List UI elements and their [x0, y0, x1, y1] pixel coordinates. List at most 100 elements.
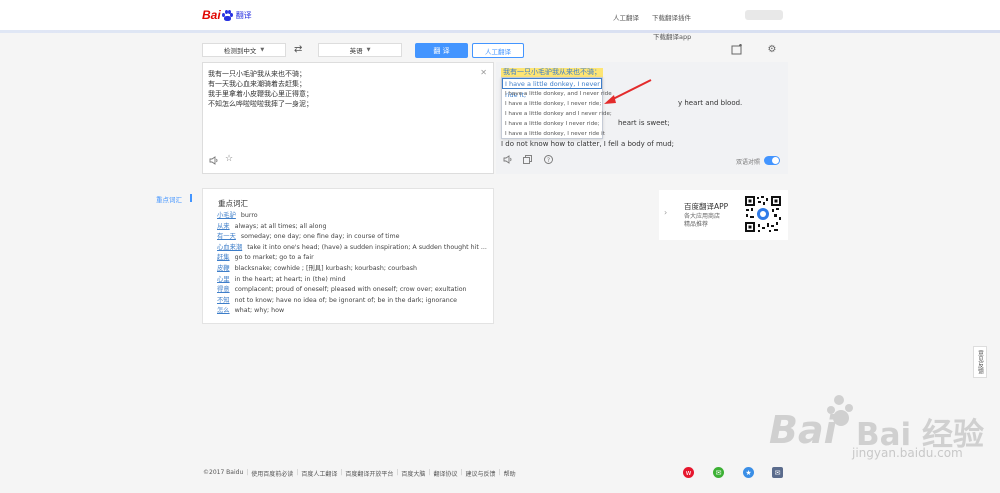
keyword-vocabulary-panel: 重点词汇 小毛驴 burro 从来 always; at all times; al… — [202, 188, 494, 324]
vocab-word-link[interactable]: 得意 — [217, 286, 230, 293]
translation-option[interactable]: I have a little donkey and I never ride; — [502, 109, 612, 119]
result-line-4: I do not know how to clatter, I fell a b… — [501, 140, 675, 148]
vocab-item: 小毛驴 burro — [217, 211, 487, 222]
alternative-translations-dropdown[interactable]: I have a little donkey, I never ride it;… — [501, 77, 612, 139]
footer-link[interactable]: 使用百度前必读 — [251, 469, 293, 478]
help-icon[interactable]: ? — [544, 155, 553, 166]
vocab-item: 不知 not to know; have no idea of; be ignor… — [217, 296, 487, 307]
speaker-icon[interactable] — [209, 156, 219, 167]
vocab-item: 心里 in the heart; at heart; in (the) mind — [217, 275, 487, 286]
footer-link[interactable]: 百度人工翻译 — [301, 469, 337, 478]
translation-option[interactable]: I have a little donkey I never ride; — [502, 119, 602, 129]
vocab-item: 有一天 someday; one day; one fine day; in co… — [217, 232, 487, 243]
translation-option[interactable]: I have a little donkey, and I never ride — [502, 89, 612, 99]
chevron-down-icon: ▼ — [366, 47, 371, 53]
vocab-item: 从来 always; at all times; all along — [217, 222, 487, 233]
vocabulary-list: 小毛驴 burro 从来 always; at all times; all alo… — [217, 211, 487, 317]
speaker-icon[interactable] — [503, 155, 513, 166]
vocab-item: 怎么 what; why; how — [217, 306, 487, 317]
vocab-definition: complacent; proud of oneself; pleased wi… — [234, 286, 467, 294]
vocab-definition: go to market; go to a fair — [234, 254, 314, 262]
vocab-word-link[interactable]: 不知 — [217, 297, 230, 304]
app-name: 百度翻译APP — [684, 202, 729, 211]
copy-icon[interactable] — [523, 155, 532, 166]
vocab-word-link[interactable]: 心里 — [217, 276, 230, 283]
app-promo-card[interactable]: › 百度翻译APP 各大应用商店 精品推荐 — [659, 190, 788, 240]
feedback-side-button[interactable]: 意见反馈 — [973, 346, 987, 378]
watermark-url: jingyan.baidu.com — [852, 446, 963, 460]
vocab-definition: in the heart; at heart; in (the) mind — [234, 275, 346, 283]
user-avatar[interactable] — [745, 10, 783, 20]
email-icon[interactable]: ✉ — [772, 467, 783, 478]
copyright: ©2017 Baidu — [203, 469, 244, 476]
favorite-star-icon[interactable]: ☆ — [225, 154, 233, 164]
weibo-icon[interactable]: w — [683, 467, 694, 478]
top-header: Bai 翻译 人工翻译 下载翻译插件 — [0, 0, 1000, 30]
human-translate-link[interactable]: 人工翻译 — [613, 12, 639, 22]
qr-code-icon — [744, 195, 782, 233]
translation-option[interactable]: I have a little donkey, I never ride it — [502, 129, 605, 139]
header-divider — [0, 30, 1000, 33]
vocab-definition: burro — [240, 212, 258, 219]
svg-text:Bai: Bai — [769, 408, 838, 448]
vocab-item: 皮鞭 blacksnake; cowhide ; [刑具] kurbash; ko… — [217, 264, 487, 275]
vocab-definition: someday; one day; one fine day; in cours… — [240, 233, 400, 241]
source-language-select[interactable]: 检测到中文 ▼ — [202, 43, 286, 57]
clear-icon[interactable]: ✕ — [480, 68, 487, 77]
target-language-label: 英语 — [349, 47, 363, 55]
vocab-word-link[interactable]: 有一天 — [217, 233, 236, 240]
vocab-word-link[interactable]: 赶集 — [217, 254, 230, 261]
human-translate-button[interactable]: 人工翻译 — [472, 43, 524, 58]
bilingual-toggle-label: 双语对照 — [736, 159, 761, 166]
logo-suffix: 翻译 — [235, 10, 252, 20]
footer-link[interactable]: 百度翻译开放平台 — [345, 469, 393, 478]
translate-button[interactable]: 翻 译 — [415, 43, 468, 58]
source-text-panel[interactable]: 我有一只小毛驴我从来也不骑； 有一天我心血来潮骑着去赶集； 我手里拿着小皮鞭我心… — [202, 62, 494, 174]
vocab-definition: blacksnake; cowhide ; [刑具] kurbash; kour… — [234, 264, 417, 272]
qzone-icon[interactable]: ★ — [743, 467, 754, 478]
keyword-tab-indicator — [190, 194, 192, 202]
vocab-word-link[interactable]: 怎么 — [217, 307, 230, 314]
baidu-jingyan-watermark-icon: Bai — [769, 395, 853, 448]
vocab-word-link[interactable]: 小毛驴 — [217, 212, 236, 219]
vocab-definition: always; at all times; all along — [234, 222, 327, 230]
chevron-down-icon: ▼ — [260, 47, 265, 53]
vocab-item: 赶集 go to market; go to a fair — [217, 253, 487, 264]
source-textarea[interactable]: 我有一只小毛驴我从来也不骑； 有一天我心血来潮骑着去赶集； 我手里拿着小皮鞭我心… — [208, 69, 313, 109]
footer-link[interactable]: 帮助 — [504, 469, 516, 478]
vocab-word-link[interactable]: 心血来潮 — [217, 244, 242, 251]
wechat-icon[interactable]: ✉ — [713, 467, 724, 478]
download-plugin-link[interactable]: 下载翻译插件 — [652, 12, 691, 22]
collection-icon[interactable] — [731, 43, 743, 56]
footer-link[interactable]: 百度大脑 — [401, 469, 425, 478]
footer-link[interactable]: 翻译协议 — [433, 469, 457, 478]
footer-link[interactable]: 建议与反馈 — [466, 469, 496, 478]
footer: ©2017 Baidu | 使用百度前必读 | 百度人工翻译 | 百度翻译开放平台 | … — [203, 469, 516, 478]
app-tagline-line2: 精品推荐 — [684, 221, 709, 228]
keyword-side-tab[interactable]: 重点词汇 — [156, 194, 182, 204]
svg-text:?: ? — [547, 157, 550, 164]
vocab-word-link[interactable]: 从来 — [217, 223, 230, 230]
vocab-item: 得意 complacent; proud of oneself; pleased … — [217, 285, 487, 296]
target-language-select[interactable]: 英语 ▼ — [318, 43, 402, 57]
vocab-item: 心血来潮 take it into one's head; (have) a su… — [217, 243, 487, 254]
vocab-definition: take it into one's head; (have) a sudden… — [247, 243, 487, 251]
result-line-2-tail: y heart and blood. — [678, 99, 743, 107]
swap-languages-icon[interactable]: ⇄ — [294, 44, 302, 55]
result-line-3-tail: heart is sweet; — [618, 119, 670, 127]
chevron-right-icon[interactable]: › — [664, 208, 667, 217]
vocab-definition: not to know; have no idea of; be ignoran… — [234, 296, 458, 304]
app-tagline: 各大应用商店 精品推荐 — [684, 213, 720, 229]
translation-option[interactable]: I have a little donkey, I never ride; — [502, 99, 602, 109]
download-app-link[interactable]: 下载翻译app — [653, 31, 691, 41]
source-language-label: 检测到中文 — [223, 47, 257, 55]
highlighted-source-line: 我有一只小毛驴我从来也不骑； — [501, 68, 603, 77]
baidu-translate-logo[interactable]: Bai 翻译 — [202, 8, 252, 22]
settings-gear-icon[interactable]: ⚙ — [766, 44, 778, 56]
bilingual-toggle[interactable] — [764, 156, 780, 165]
vocabulary-title: 重点词汇 — [218, 199, 248, 208]
selected-translation[interactable]: I have a little donkey, I never ride it; — [502, 78, 602, 99]
vocab-word-link[interactable]: 皮鞭 — [217, 265, 230, 272]
vocab-definition: what; why; how — [234, 307, 285, 315]
logo-text: Bai — [202, 8, 221, 22]
